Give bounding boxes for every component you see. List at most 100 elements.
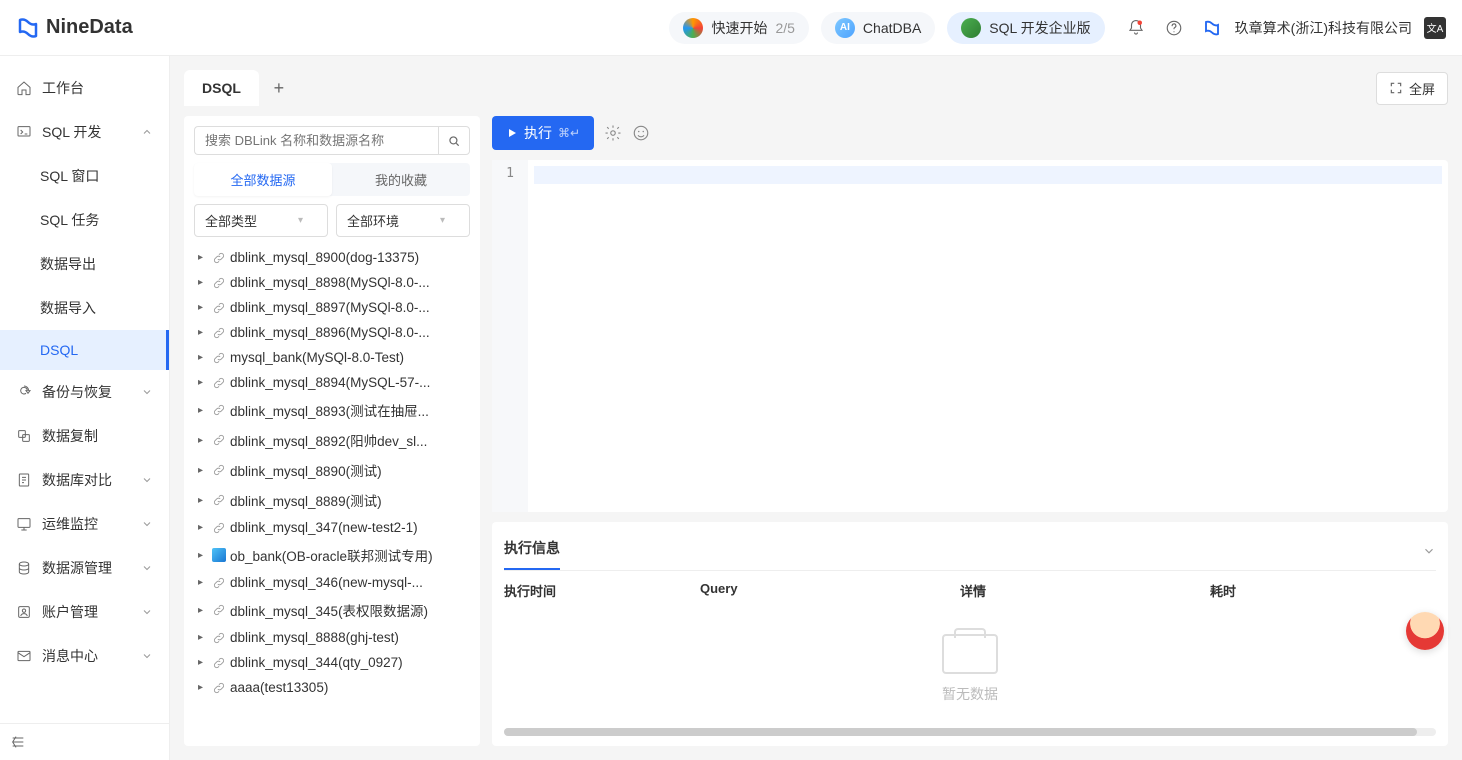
notification-icon[interactable] [1127,19,1145,37]
sidebar-item-data-import[interactable]: 数据导入 [0,286,169,330]
tree-item-label: dblink_mysql_8897(MySQl-8.0-... [230,300,430,315]
link-icon [212,463,226,477]
tree-item[interactable]: ▸dblink_mysql_8900(dog-13375) [194,245,470,270]
tree-item[interactable]: ▸dblink_mysql_8896(MySQl-8.0-... [194,320,470,345]
database-icon [16,560,32,576]
sidebar-item-compare[interactable]: 数据库对比 [0,458,169,502]
tree-item[interactable]: ▸dblink_mysql_8892(阳帅dev_sl... [194,425,470,455]
chevron-down-icon [1422,544,1436,558]
tree-item[interactable]: ▸ob_bank(OB-oracle联邦测试专用) [194,540,470,570]
sidebar-item-label: 数据源管理 [42,558,112,578]
chevron-down-icon [141,474,153,486]
monitor-icon [16,516,32,532]
tree-item[interactable]: ▸aaaa(test13305) [194,675,470,700]
link-icon [212,656,226,670]
edition-pill[interactable]: SQL 开发企业版 [947,12,1104,44]
replication-icon [16,428,32,444]
sidebar-item-label: SQL 窗口 [40,166,99,186]
tab-label: 执行信息 [504,540,560,556]
help-icon[interactable] [1165,19,1183,37]
tab-label: 我的收藏 [375,173,427,188]
filter-type-select[interactable]: 全部类型 ▾ [194,204,328,237]
org-icon [1203,19,1221,37]
link-icon [212,251,226,265]
edition-icon [961,18,981,38]
quickstart-label: 快速开始 [711,18,767,38]
tree-caret-icon: ▸ [198,550,208,561]
tree-item-label: dblink_mysql_347(new-test2-1) [230,520,418,535]
sidebar-item-workspace[interactable]: 工作台 [0,66,169,110]
tree-item[interactable]: ▸ dblink_mysql_8889(测试) [194,485,470,515]
tree-item[interactable]: ▸dblink_mysql_8897(MySQl-8.0-... [194,295,470,320]
sidebar-item-data-export[interactable]: 数据导出 [0,242,169,286]
search-icon [447,134,461,148]
tree-item[interactable]: ▸dblink_mysql_346(new-mysql-... [194,570,470,595]
sidebar-item-replication[interactable]: 数据复制 [0,414,169,458]
sidebar-item-sql-task[interactable]: SQL 任务 [0,198,169,242]
sidebar-item-label: 备份与恢复 [42,382,112,402]
language-switcher[interactable]: 文A [1424,17,1446,39]
tree-item[interactable]: ▸dblink_mysql_347(new-test2-1) [194,515,470,540]
oceanbase-icon [212,548,226,562]
tree-item-label: dblink_mysql_8898(MySQl-8.0-... [230,275,430,290]
datasource-search-input[interactable] [194,126,438,155]
results-scrollbar[interactable] [504,728,1436,736]
tree-caret-icon: ▸ [198,252,208,263]
chevron-down-icon [141,562,153,574]
search-button[interactable] [438,126,470,155]
tab-all-datasources[interactable]: 全部数据源 [194,163,332,196]
link-icon [212,403,226,417]
fullscreen-button[interactable]: 全屏 [1376,72,1448,105]
smile-icon[interactable] [632,124,650,142]
sidebar-item-dsql[interactable]: DSQL [0,330,169,370]
empty-state: 暂无数据 [504,610,1436,728]
tree-item[interactable]: ▸dblink_mysql_8893(测试在抽屉... [194,395,470,425]
settings-icon[interactable] [604,124,622,142]
results-tab-info[interactable]: 执行信息 [504,532,560,570]
code-area[interactable] [528,160,1448,512]
sidebar-collapse-button[interactable] [0,723,169,760]
sidebar-item-ops[interactable]: 运维监控 [0,502,169,546]
tree-item[interactable]: ▸dblink_mysql_8890(测试) [194,455,470,485]
brand-logo[interactable]: NineData [16,16,133,40]
tree-item[interactable]: ▸mysql_bank(MySQl-8.0-Test) [194,345,470,370]
filter-env-select[interactable]: 全部环境 ▾ [336,204,470,237]
tree-item-label: dblink_mysql_345(表权限数据源) [230,600,428,620]
tree-item[interactable]: ▸dblink_mysql_8898(MySQl-8.0-... [194,270,470,295]
tree-item[interactable]: ▸dblink_mysql_345(表权限数据源) [194,595,470,625]
tree-item[interactable]: ▸dblink_mysql_8888(ghj-test) [194,625,470,650]
results-collapse-button[interactable] [1422,544,1436,558]
chatdba-pill[interactable]: AI ChatDBA [821,12,935,44]
org-name[interactable]: 玖章算术(浙江)科技有限公司 [1235,18,1412,38]
tree-caret-icon: ▸ [198,495,208,506]
sidebar-item-message[interactable]: 消息中心 [0,634,169,678]
sidebar-item-datasource-mgmt[interactable]: 数据源管理 [0,546,169,590]
chevron-down-icon: ▾ [298,215,303,226]
tab-dsql[interactable]: DSQL [184,70,259,106]
tree-item[interactable]: ▸dblink_mysql_8894(MySQL-57-... [194,370,470,395]
collapse-icon [10,734,26,750]
sidebar-item-sql-window[interactable]: SQL 窗口 [0,154,169,198]
empty-text: 暂无数据 [942,684,998,704]
tab-favorites[interactable]: 我的收藏 [332,163,470,196]
tree-item[interactable]: ▸dblink_mysql_344(qty_0927) [194,650,470,675]
tree-caret-icon: ▸ [198,682,208,693]
support-avatar-button[interactable] [1406,612,1444,650]
run-button[interactable]: 执行 ⌘↵ [492,116,594,150]
sql-editor[interactable]: 1 [492,160,1448,512]
chatdba-icon: AI [835,18,855,38]
link-icon [212,681,226,695]
sidebar-item-sql-dev[interactable]: SQL 开发 [0,110,169,154]
tab-add-button[interactable]: + [263,70,295,106]
sidebar-item-backup[interactable]: 备份与恢复 [0,370,169,414]
chevron-down-icon [141,518,153,530]
sidebar-item-label: 数据导出 [40,254,96,274]
tree-caret-icon: ▸ [198,465,208,476]
app-header: NineData 快速开始 2/5 AI ChatDBA SQL 开发企业版 玖… [0,0,1462,56]
tree-caret-icon: ▸ [198,352,208,363]
tree-caret-icon: ▸ [198,657,208,668]
tree-item-label: dblink_mysql_8889(测试) [230,490,382,510]
sidebar-item-account[interactable]: 账户管理 [0,590,169,634]
tree-caret-icon: ▸ [198,405,208,416]
quickstart-pill[interactable]: 快速开始 2/5 [669,12,808,44]
